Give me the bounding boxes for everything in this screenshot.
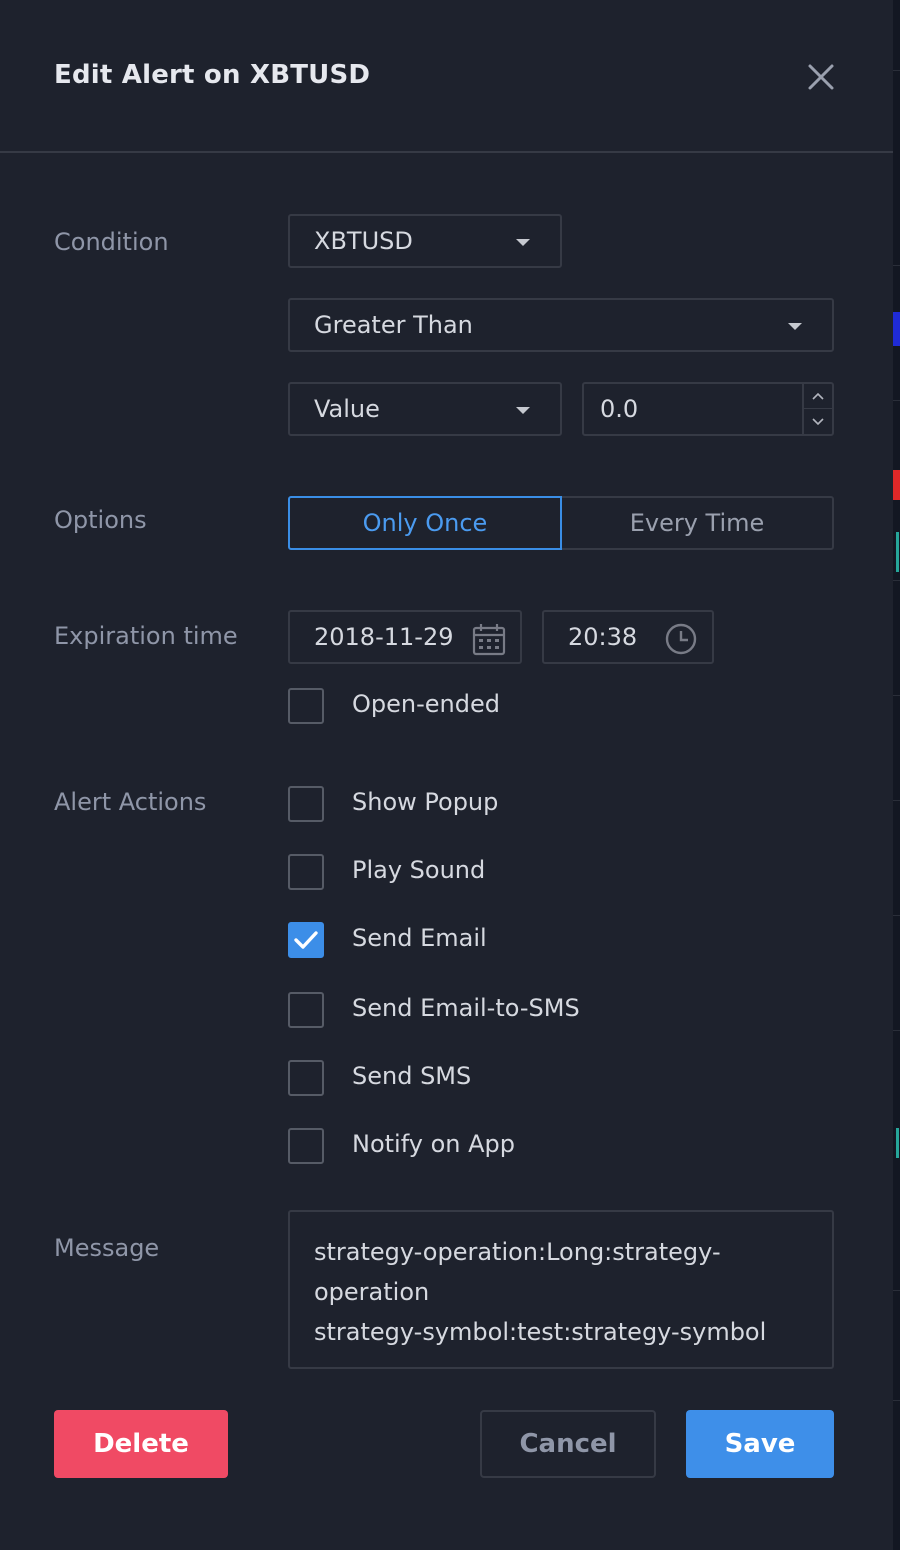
source-value: Value: [314, 395, 380, 423]
dialog-header: Edit Alert on XBTUSD: [0, 0, 893, 153]
send-email-to-sms-label: Send Email-to-SMS: [352, 994, 580, 1022]
option-only-once[interactable]: Only Once: [288, 496, 562, 550]
expiration-time-value: 20:38: [568, 623, 638, 651]
expiration-date-input[interactable]: 2018-11-29: [288, 610, 522, 664]
options-label: Options: [54, 506, 147, 534]
chevron-down-icon: [516, 407, 530, 414]
close-button[interactable]: [804, 60, 838, 94]
send-sms-label: Send SMS: [352, 1062, 472, 1090]
operator-select[interactable]: Greater Than: [288, 298, 834, 352]
message-textarea[interactable]: strategy-operation:Long:strategy- operat…: [288, 1210, 834, 1369]
background-chart-strip: [893, 0, 900, 1550]
send-sms-checkbox[interactable]: [288, 1060, 324, 1096]
increment-button[interactable]: [804, 384, 832, 409]
message-label: Message: [54, 1234, 160, 1262]
message-line: strategy-symbol:test:strategy-symbol: [314, 1318, 767, 1346]
dialog-title: Edit Alert on XBTUSD: [54, 60, 371, 90]
symbol-value: XBTUSD: [314, 227, 413, 255]
chevron-down-icon: [788, 323, 802, 330]
chevron-down-icon: [516, 239, 530, 246]
source-select[interactable]: Value: [288, 382, 562, 436]
message-line: strategy-operation:Long:strategy-: [314, 1238, 721, 1266]
option-every-time[interactable]: Every Time: [560, 496, 834, 550]
value-stepper: [802, 384, 832, 434]
open-ended-label: Open-ended: [352, 690, 500, 718]
expiration-date-value: 2018-11-29: [314, 623, 454, 651]
chart-candle: [896, 532, 899, 572]
condition-label: Condition: [54, 228, 169, 256]
chart-candle: [896, 1128, 899, 1158]
expiration-label: Expiration time: [54, 622, 238, 650]
cancel-button[interactable]: Cancel: [480, 1410, 656, 1478]
edit-alert-dialog: Edit Alert on XBTUSD Condition XBTUSD Gr…: [0, 0, 893, 1550]
chart-label-blue: [893, 312, 900, 346]
value-input[interactable]: 0.0: [582, 382, 834, 436]
open-ended-checkbox[interactable]: [288, 688, 324, 724]
operator-value: Greater Than: [314, 311, 473, 339]
play-sound-label: Play Sound: [352, 856, 486, 884]
decrement-button[interactable]: [804, 409, 832, 434]
chevron-down-icon: [812, 418, 824, 426]
delete-button[interactable]: Delete: [54, 1410, 228, 1478]
send-email-checkbox[interactable]: [288, 922, 324, 958]
save-button[interactable]: Save: [686, 1410, 834, 1478]
calendar-icon[interactable]: [472, 622, 506, 656]
show-popup-label: Show Popup: [352, 788, 499, 816]
symbol-select[interactable]: XBTUSD: [288, 214, 562, 268]
notify-on-app-label: Notify on App: [352, 1130, 515, 1158]
chevron-up-icon: [812, 392, 824, 400]
show-popup-checkbox[interactable]: [288, 786, 324, 822]
chart-label-red: [893, 470, 900, 500]
clock-icon[interactable]: [664, 622, 698, 656]
value-input-text: 0.0: [600, 395, 639, 423]
check-icon: [294, 931, 318, 949]
notify-on-app-checkbox[interactable]: [288, 1128, 324, 1164]
alert-actions-label: Alert Actions: [54, 788, 207, 816]
message-line: operation: [314, 1278, 430, 1306]
send-email-label: Send Email: [352, 924, 487, 952]
expiration-time-input[interactable]: 20:38: [542, 610, 714, 664]
close-icon: [808, 64, 834, 90]
send-email-to-sms-checkbox[interactable]: [288, 992, 324, 1028]
play-sound-checkbox[interactable]: [288, 854, 324, 890]
